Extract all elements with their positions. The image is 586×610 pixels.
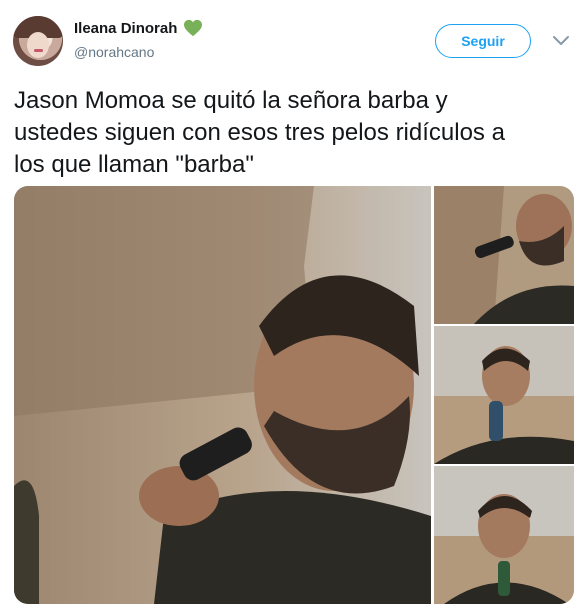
avatar[interactable] [13, 16, 63, 66]
media-grid [14, 186, 574, 604]
photo-main[interactable] [14, 186, 431, 604]
follow-button[interactable]: Seguir [435, 24, 531, 58]
chevron-down-icon[interactable] [552, 35, 570, 47]
green-heart-emoji-icon [184, 19, 203, 37]
tweet-text: Jason Momoa se quitó la señora barba y u… [14, 87, 505, 178]
author-row: Ileana Dinorah [74, 19, 203, 37]
author-handle[interactable]: @norahcano [74, 44, 154, 60]
photo-4[interactable] [434, 466, 574, 604]
photo-2[interactable] [434, 186, 574, 324]
author-name[interactable]: Ileana Dinorah [74, 20, 177, 37]
photo-3[interactable] [434, 326, 574, 464]
